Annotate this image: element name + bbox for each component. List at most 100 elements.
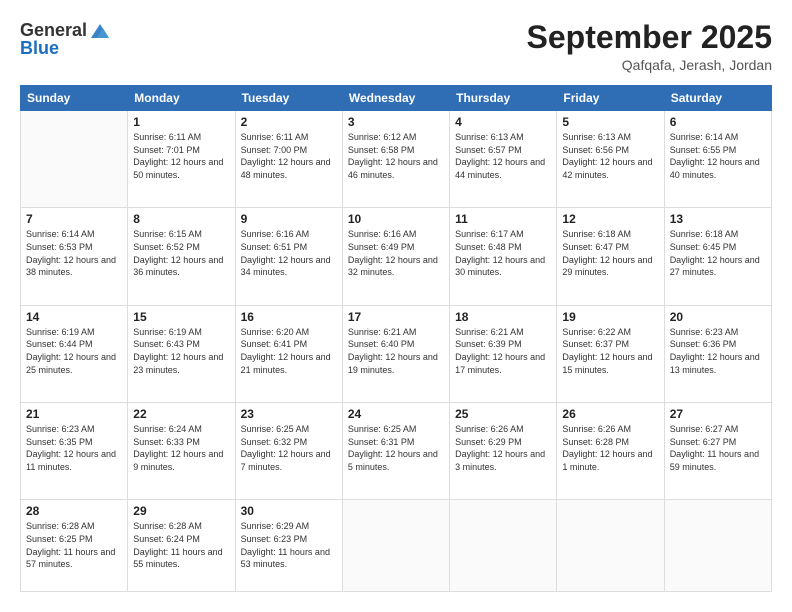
- table-row: 23 Sunrise: 6:25 AMSunset: 6:32 PMDaylig…: [235, 403, 342, 500]
- table-row: [664, 500, 771, 592]
- day-number: 9: [241, 212, 337, 226]
- day-number: 2: [241, 115, 337, 129]
- table-row: 19 Sunrise: 6:22 AMSunset: 6:37 PMDaylig…: [557, 305, 664, 402]
- table-row: 12 Sunrise: 6:18 AMSunset: 6:47 PMDaylig…: [557, 208, 664, 305]
- day-number: 24: [348, 407, 444, 421]
- month-year-title: September 2025: [527, 20, 772, 55]
- cell-sunrise: Sunrise: 6:26 AMSunset: 6:29 PMDaylight:…: [455, 424, 545, 472]
- day-number: 3: [348, 115, 444, 129]
- cell-sunrise: Sunrise: 6:28 AMSunset: 6:24 PMDaylight:…: [133, 521, 222, 569]
- cell-sunrise: Sunrise: 6:16 AMSunset: 6:49 PMDaylight:…: [348, 229, 438, 277]
- table-row: [342, 500, 449, 592]
- table-row: 3 Sunrise: 6:12 AMSunset: 6:58 PMDayligh…: [342, 111, 449, 208]
- table-row: 8 Sunrise: 6:15 AMSunset: 6:52 PMDayligh…: [128, 208, 235, 305]
- day-number: 15: [133, 310, 229, 324]
- day-number: 20: [670, 310, 766, 324]
- cell-sunrise: Sunrise: 6:19 AMSunset: 6:43 PMDaylight:…: [133, 327, 223, 375]
- logo-icon: [89, 20, 111, 42]
- header-friday: Friday: [557, 86, 664, 111]
- calendar-table: Sunday Monday Tuesday Wednesday Thursday…: [20, 85, 772, 592]
- cell-sunrise: Sunrise: 6:18 AMSunset: 6:47 PMDaylight:…: [562, 229, 652, 277]
- cell-sunrise: Sunrise: 6:19 AMSunset: 6:44 PMDaylight:…: [26, 327, 116, 375]
- cell-sunrise: Sunrise: 6:20 AMSunset: 6:41 PMDaylight:…: [241, 327, 331, 375]
- cell-sunrise: Sunrise: 6:16 AMSunset: 6:51 PMDaylight:…: [241, 229, 331, 277]
- table-row: 24 Sunrise: 6:25 AMSunset: 6:31 PMDaylig…: [342, 403, 449, 500]
- day-number: 25: [455, 407, 551, 421]
- header-wednesday: Wednesday: [342, 86, 449, 111]
- day-number: 17: [348, 310, 444, 324]
- table-row: 11 Sunrise: 6:17 AMSunset: 6:48 PMDaylig…: [450, 208, 557, 305]
- cell-sunrise: Sunrise: 6:21 AMSunset: 6:39 PMDaylight:…: [455, 327, 545, 375]
- table-row: 18 Sunrise: 6:21 AMSunset: 6:39 PMDaylig…: [450, 305, 557, 402]
- calendar-week-row: 14 Sunrise: 6:19 AMSunset: 6:44 PMDaylig…: [21, 305, 772, 402]
- cell-sunrise: Sunrise: 6:23 AMSunset: 6:35 PMDaylight:…: [26, 424, 116, 472]
- day-number: 13: [670, 212, 766, 226]
- day-number: 14: [26, 310, 122, 324]
- table-row: 13 Sunrise: 6:18 AMSunset: 6:45 PMDaylig…: [664, 208, 771, 305]
- table-row: 25 Sunrise: 6:26 AMSunset: 6:29 PMDaylig…: [450, 403, 557, 500]
- table-row: 30 Sunrise: 6:29 AMSunset: 6:23 PMDaylig…: [235, 500, 342, 592]
- table-row: 7 Sunrise: 6:14 AMSunset: 6:53 PMDayligh…: [21, 208, 128, 305]
- table-row: 2 Sunrise: 6:11 AMSunset: 7:00 PMDayligh…: [235, 111, 342, 208]
- day-number: 21: [26, 407, 122, 421]
- day-number: 7: [26, 212, 122, 226]
- day-number: 29: [133, 504, 229, 518]
- location-subtitle: Qafqafa, Jerash, Jordan: [527, 57, 772, 73]
- calendar-week-row: 7 Sunrise: 6:14 AMSunset: 6:53 PMDayligh…: [21, 208, 772, 305]
- day-number: 26: [562, 407, 658, 421]
- calendar-week-row: 21 Sunrise: 6:23 AMSunset: 6:35 PMDaylig…: [21, 403, 772, 500]
- day-number: 19: [562, 310, 658, 324]
- day-number: 4: [455, 115, 551, 129]
- table-row: 17 Sunrise: 6:21 AMSunset: 6:40 PMDaylig…: [342, 305, 449, 402]
- cell-sunrise: Sunrise: 6:14 AMSunset: 6:55 PMDaylight:…: [670, 132, 760, 180]
- cell-sunrise: Sunrise: 6:25 AMSunset: 6:32 PMDaylight:…: [241, 424, 331, 472]
- page: General Blue September 2025 Qafqafa, Jer…: [0, 0, 792, 612]
- day-number: 6: [670, 115, 766, 129]
- table-row: 5 Sunrise: 6:13 AMSunset: 6:56 PMDayligh…: [557, 111, 664, 208]
- header-tuesday: Tuesday: [235, 86, 342, 111]
- cell-sunrise: Sunrise: 6:13 AMSunset: 6:57 PMDaylight:…: [455, 132, 545, 180]
- cell-sunrise: Sunrise: 6:11 AMSunset: 7:01 PMDaylight:…: [133, 132, 223, 180]
- cell-sunrise: Sunrise: 6:11 AMSunset: 7:00 PMDaylight:…: [241, 132, 331, 180]
- cell-sunrise: Sunrise: 6:18 AMSunset: 6:45 PMDaylight:…: [670, 229, 760, 277]
- cell-sunrise: Sunrise: 6:21 AMSunset: 6:40 PMDaylight:…: [348, 327, 438, 375]
- table-row: [21, 111, 128, 208]
- table-row: 15 Sunrise: 6:19 AMSunset: 6:43 PMDaylig…: [128, 305, 235, 402]
- header-sunday: Sunday: [21, 86, 128, 111]
- cell-sunrise: Sunrise: 6:14 AMSunset: 6:53 PMDaylight:…: [26, 229, 116, 277]
- logo: General Blue: [20, 20, 111, 60]
- cell-sunrise: Sunrise: 6:13 AMSunset: 6:56 PMDaylight:…: [562, 132, 652, 180]
- table-row: 27 Sunrise: 6:27 AMSunset: 6:27 PMDaylig…: [664, 403, 771, 500]
- day-number: 28: [26, 504, 122, 518]
- table-row: 4 Sunrise: 6:13 AMSunset: 6:57 PMDayligh…: [450, 111, 557, 208]
- table-row: 26 Sunrise: 6:26 AMSunset: 6:28 PMDaylig…: [557, 403, 664, 500]
- day-number: 10: [348, 212, 444, 226]
- day-number: 1: [133, 115, 229, 129]
- header-monday: Monday: [128, 86, 235, 111]
- table-row: 14 Sunrise: 6:19 AMSunset: 6:44 PMDaylig…: [21, 305, 128, 402]
- cell-sunrise: Sunrise: 6:23 AMSunset: 6:36 PMDaylight:…: [670, 327, 760, 375]
- table-row: 21 Sunrise: 6:23 AMSunset: 6:35 PMDaylig…: [21, 403, 128, 500]
- weekday-header-row: Sunday Monday Tuesday Wednesday Thursday…: [21, 86, 772, 111]
- table-row: 6 Sunrise: 6:14 AMSunset: 6:55 PMDayligh…: [664, 111, 771, 208]
- cell-sunrise: Sunrise: 6:12 AMSunset: 6:58 PMDaylight:…: [348, 132, 438, 180]
- cell-sunrise: Sunrise: 6:28 AMSunset: 6:25 PMDaylight:…: [26, 521, 115, 569]
- day-number: 22: [133, 407, 229, 421]
- header: General Blue September 2025 Qafqafa, Jer…: [20, 20, 772, 73]
- table-row: 28 Sunrise: 6:28 AMSunset: 6:25 PMDaylig…: [21, 500, 128, 592]
- table-row: 20 Sunrise: 6:23 AMSunset: 6:36 PMDaylig…: [664, 305, 771, 402]
- logo-blue-text: Blue: [20, 38, 59, 60]
- table-row: [557, 500, 664, 592]
- table-row: 29 Sunrise: 6:28 AMSunset: 6:24 PMDaylig…: [128, 500, 235, 592]
- day-number: 5: [562, 115, 658, 129]
- day-number: 30: [241, 504, 337, 518]
- cell-sunrise: Sunrise: 6:25 AMSunset: 6:31 PMDaylight:…: [348, 424, 438, 472]
- calendar-body: 1 Sunrise: 6:11 AMSunset: 7:01 PMDayligh…: [21, 111, 772, 592]
- cell-sunrise: Sunrise: 6:29 AMSunset: 6:23 PMDaylight:…: [241, 521, 330, 569]
- day-number: 16: [241, 310, 337, 324]
- cell-sunrise: Sunrise: 6:22 AMSunset: 6:37 PMDaylight:…: [562, 327, 652, 375]
- calendar-week-row: 28 Sunrise: 6:28 AMSunset: 6:25 PMDaylig…: [21, 500, 772, 592]
- cell-sunrise: Sunrise: 6:27 AMSunset: 6:27 PMDaylight:…: [670, 424, 759, 472]
- cell-sunrise: Sunrise: 6:17 AMSunset: 6:48 PMDaylight:…: [455, 229, 545, 277]
- day-number: 18: [455, 310, 551, 324]
